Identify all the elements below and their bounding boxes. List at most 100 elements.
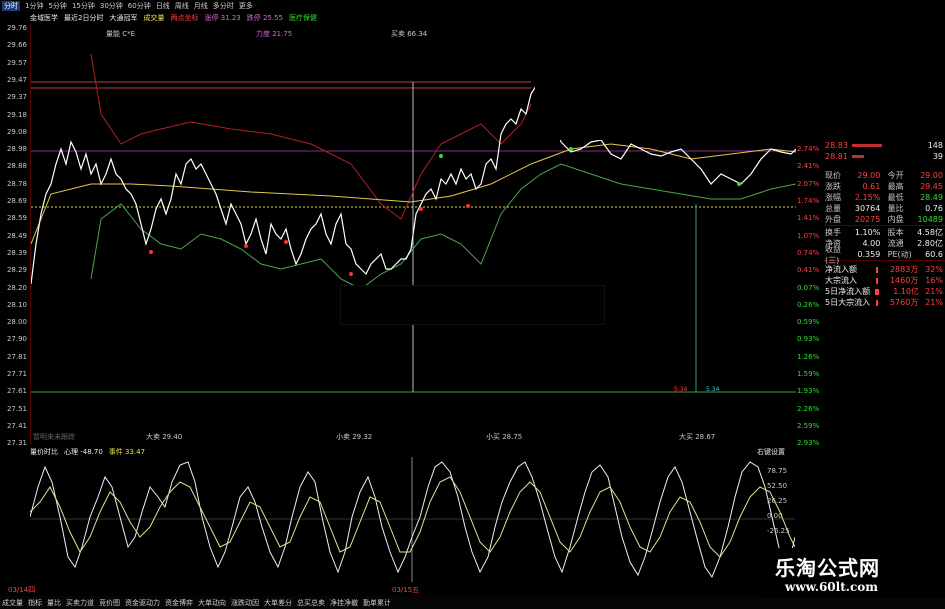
bottom-tab-5[interactable]: 资金驱动力 [125,598,160,608]
quote-label: 换手 [825,228,841,237]
flow-label: 净流入额 [825,265,857,274]
quote-label: 涨幅 [825,193,841,202]
tab-7[interactable]: 周线 [175,1,189,11]
y-tick-right: 2.93% [797,439,820,448]
flow-label: 5日净流入额 [825,287,871,296]
flow-row: 5日净流入额 1.10亿 21% [823,286,945,297]
indicator-chart[interactable]: 78.75 52.50 26.25 0.00 -26.25 [29,457,796,582]
quote-value: 4.58亿 [917,228,943,237]
ask-vol: 148 [927,141,943,150]
y-tick-left: 27.81 [6,352,27,361]
date-label-2: 03/15五 [392,586,420,594]
y-tick-right: 0.07% [797,283,820,292]
flow-value: 2883万 [889,265,919,274]
y-tick-right: 0.59% [797,318,820,327]
y-tick-left: 29.57 [6,58,27,67]
twopoint-label[interactable]: 两点坐标 [170,13,198,23]
watermark-url: www.60lt.com [785,580,878,594]
flow-pct: 32% [925,265,943,274]
bottom-tab-1[interactable]: 指标 [28,598,42,608]
indicator-tick: 78.75 [767,467,788,475]
watermark: 乐淘公式网 www.60lt.com [755,548,945,598]
quote-value: 0.359 [857,250,881,259]
sector-label[interactable]: 医疗保健 [289,13,317,23]
tab-2[interactable]: 5分钟 [48,1,66,11]
info-bar: 金域医学 最近2日分时 大通冠军 成交量 两点坐标 涨停 31.23 跌停 25… [30,12,535,24]
flow-label: 大宗流入 [825,276,857,285]
tab-4[interactable]: 30分钟 [100,1,123,11]
quote-label: 今开 [887,171,904,180]
quote-label: 股本 [887,228,904,237]
quote-row: 现价 29.00 今开 29.00 [823,170,945,181]
signal-dot [569,147,573,151]
flow-bar [875,277,878,284]
crowd-label[interactable]: 大通冠军 [109,13,137,23]
quote-row: 涨幅 2.15% 最低 28.49 [823,192,945,203]
quote-label: 最高 [887,182,904,191]
y-tick-left: 29.76 [6,24,27,32]
range-label[interactable]: 最近2日分时 [64,13,103,23]
volume-label[interactable]: 成交量 [143,13,164,23]
maimai-label: 买卖 66.34 [391,30,428,38]
indicator-name[interactable]: 量价时比 [30,447,58,457]
tab-5[interactable]: 60分钟 [128,1,151,11]
quote-label: 最低 [887,193,904,202]
price-axis-left: 29.76 29.66 29.57 29.47 29.37 29.18 29.08 28.98… [0,24,30,447]
flow-pct: 21% [925,287,943,296]
y-tick-left: 29.47 [6,75,27,84]
bottom-tab-9[interactable]: 大单差分 [264,598,292,608]
ask-row: 28.81 39 [823,151,945,162]
occluded-area [535,0,945,140]
y-tick-left: 28.20 [6,283,27,292]
tab-1[interactable]: 1分钟 [25,1,43,11]
quote-row: 换手 1.10% 股本 4.58亿 [823,227,945,238]
indicator-settings[interactable]: 右键设置 [757,447,785,457]
y-tick-right: 0.26% [797,300,820,309]
quote-label: 总量 [825,204,841,213]
quote-value: 0.76 [925,204,943,213]
y-tick-right: 1.93% [797,387,820,396]
signal-dot [244,244,248,248]
y-tick-right: 2.59% [797,421,820,430]
quote-label: 内盘 [887,215,904,224]
date-label-1: 03/14四 [8,586,36,594]
y-tick-right: 2.41% [797,162,820,171]
quote-label: 收益(三) [825,244,841,265]
flow-row: 大宗流入 1460万 16% [823,275,945,286]
bottom-tab-10[interactable]: 总买总卖 [297,598,325,608]
quote-value: 29.45 [920,182,943,191]
bottom-note: 暂明来未跟踪 [33,433,75,441]
quote-value: 29.00 [920,171,943,180]
y-tick-right: 1.74% [797,197,820,205]
bottom-tab-8[interactable]: 涨跌动因 [231,598,259,608]
tab-0[interactable]: 分时 [2,1,20,11]
tab-9[interactable]: 多分时 [213,1,234,11]
y-tick-left: 28.88 [6,162,27,171]
bottom-tab-11[interactable]: 净挂净撤 [330,598,358,608]
bottom-tab-3[interactable]: 买卖力道 [66,598,94,608]
signal-dot [419,207,423,211]
y-tick-left: 27.71 [6,370,27,378]
y-tick-left: 28.39 [6,248,27,257]
y-tick-left: 28.69 [6,197,27,205]
quote-value: 28.49 [920,193,943,202]
indicator-line2: 事件 33.47 [108,447,146,456]
limit-down-label: 跌停 25.55 [246,14,283,22]
flow-row: 5日大宗流入 5760万 21% [823,297,945,308]
stock-name[interactable]: 金域医学 [30,13,58,23]
limit-up-label: 涨停 31.23 [204,14,241,22]
tab-6[interactable]: 日线 [156,1,170,11]
bottom-tab-2[interactable]: 量比 [47,598,61,608]
bottom-tab-6[interactable]: 资金博弈 [165,598,193,608]
bottom-tab-0[interactable]: 成交量 [2,598,23,608]
watermark-title: 乐淘公式网 [775,556,880,580]
bottom-tab-7[interactable]: 大单动向 [198,598,226,608]
tab-10[interactable]: 更多 [239,1,253,11]
quote-value: 4.00 [862,239,881,248]
tab-8[interactable]: 月线 [194,1,208,11]
bottom-tab-12[interactable]: 勤单累计 [363,598,391,608]
y-tick-right: 0.93% [797,335,820,344]
tab-3[interactable]: 15分钟 [72,1,95,11]
bottom-tab-4[interactable]: 竞价图 [99,598,120,608]
period-tabbar: 分时 1分钟 5分钟 15分钟 30分钟 60分钟 日线 周线 月线 多分时 更多 [0,0,535,12]
